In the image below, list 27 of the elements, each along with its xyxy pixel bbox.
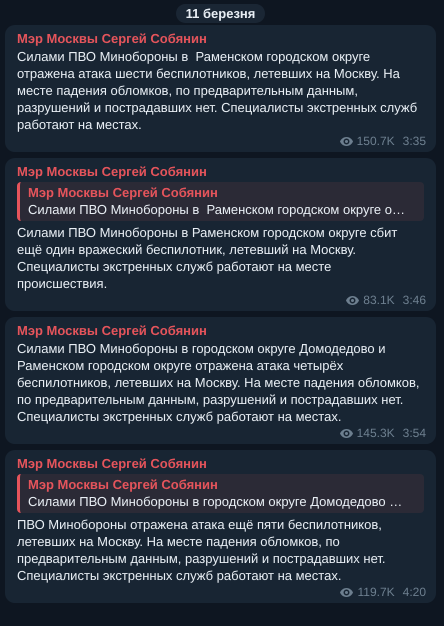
sender-name[interactable]: Мэр Москвы Сергей Собянин [17, 322, 207, 339]
view-count: 145.3K [356, 426, 395, 440]
view-count: 119.7K [357, 585, 395, 599]
view-count: 83.1K [363, 293, 395, 307]
sender-name[interactable]: Мэр Москвы Сергей Собянин [17, 30, 207, 47]
eye-icon [340, 588, 354, 596]
message-text: Силами ПВО Минобороны в городском округе Домодедово и Раменском городском округе отражена атака четырёх беспилотников, летевших на Москву. На месте падения обломков, по предварительным данным, разрушений и пострадавших нет. Специалисты экстренных служб работают на местах. [17, 340, 420, 425]
message-text: Силами ПВО Минобороны в Раменском городском округе сбит ещё один вражеский беспилотник, летевший на Москву. Специалисты экстренных служб работают на месте происшествия. [17, 224, 398, 292]
message-time: 3:54 [402, 426, 426, 440]
reply-quote[interactable]: Мэр Москвы Сергей Собянин Силами ПВО Минобороны в городском округе Домодедово … [17, 474, 424, 513]
quoted-text: Силами ПВО Минобороны в городском округе Домодедово … [28, 493, 402, 510]
sender-name[interactable]: Мэр Москвы Сергей Собянин [17, 455, 207, 472]
message-time: 4:20 [402, 585, 426, 599]
view-count: 150.7K [356, 134, 395, 148]
date-separator: 11 березня [176, 4, 266, 23]
eye-icon [340, 428, 353, 438]
reply-quote[interactable]: Мэр Москвы Сергей Собянин Силами ПВО Минобороны в Раменском городском округе о… [17, 182, 424, 221]
message-text: ПВО Минобороны отражена атака ещё пяти беспилотников, летевших на Москву. На месте падения обломков, по предварительным данным, разрушений и пострадавших нет. Специалисты экстренных служб работают на местах. [17, 516, 387, 584]
message-time: 3:46 [402, 293, 426, 307]
quoted-sender: Мэр Москвы Сергей Собянин [28, 476, 218, 493]
quoted-text: Силами ПВО Минобороны в Раменском городском округе о… [28, 201, 405, 218]
eye-icon [346, 296, 360, 304]
message-time: 3:35 [402, 134, 426, 148]
sender-name[interactable]: Мэр Москвы Сергей Собянин [17, 163, 207, 180]
quoted-sender: Мэр Москвы Сергей Собянин [28, 184, 218, 201]
eye-icon [340, 136, 353, 146]
message-text: Силами ПВО Минобороны в Раменском городском округе отражена атака шести беспилотников, летевших на Москву. На месте падения обломков, по предварительным данным, разрушений и пострадавших нет. Специалисты экстренных служб работают на местах. [17, 48, 418, 133]
